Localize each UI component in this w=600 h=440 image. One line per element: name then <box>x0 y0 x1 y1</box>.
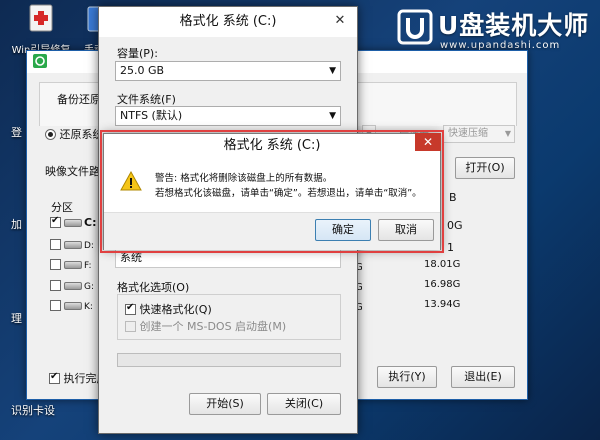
start-button[interactable]: 开始(S) <box>189 393 261 415</box>
after-complete-checkbox[interactable] <box>49 371 60 384</box>
quick-format-option[interactable]: 快速格式化(Q) <box>125 301 212 317</box>
volume-label-value: 系统 <box>120 251 142 264</box>
partition-row[interactable]: C: <box>50 215 97 229</box>
warning-dialog-footer: 确定 取消 <box>104 212 440 250</box>
restore-system-option[interactable]: 还原系统 <box>45 126 104 142</box>
partition-checkbox[interactable] <box>50 259 61 270</box>
close-icon[interactable]: ✕ <box>329 13 351 29</box>
desktop-side-label: 加 <box>11 218 22 231</box>
format-options-label: 格式化选项(O) <box>117 281 190 294</box>
chevron-down-icon: ▼ <box>329 111 336 121</box>
partition-label: K: <box>84 302 93 312</box>
format-dialog-title: 格式化 系统 (C:) <box>99 7 357 37</box>
capacity-value: 25.0 GB <box>120 64 165 77</box>
partition-checkbox[interactable] <box>50 280 61 291</box>
disk-drive-icon <box>64 219 82 227</box>
msdos-boot-checkbox <box>125 321 136 332</box>
quick-format-label: 快速格式化(Q) <box>139 303 212 316</box>
partition-checkbox[interactable] <box>50 239 61 250</box>
quick-format-checkbox[interactable] <box>125 302 136 315</box>
partition-size-g: 16.98G <box>424 279 461 290</box>
capacity-label: 容量(P): <box>117 47 158 60</box>
warning-triangle-icon <box>120 171 142 191</box>
desktop-side-label: 理 <box>11 312 22 325</box>
warning-dialog-title: 格式化 系统 (C:) <box>104 134 440 158</box>
partition-size-d: 1 <box>447 241 454 254</box>
disk-drive-icon <box>64 261 82 269</box>
chevron-down-icon: ▼ <box>504 129 511 138</box>
partition-label: D: <box>84 241 94 251</box>
compress-value: 快速压缩 <box>448 128 488 139</box>
partition-checkbox[interactable] <box>50 300 61 311</box>
open-button[interactable]: 打开(O) <box>455 157 515 179</box>
app-logo-icon <box>33 54 47 68</box>
ok-button[interactable]: 确定 <box>315 219 371 241</box>
watermark-brand: U盘装机大师 <box>438 11 590 40</box>
tab-backup-restore[interactable]: 备份还原 <box>57 91 101 107</box>
restore-radio-label: 还原系统 <box>59 128 104 141</box>
compress-select: 快速压缩 ▼ <box>443 125 515 143</box>
filesystem-label: 文件系统(F) <box>117 93 176 106</box>
partition-row[interactable]: G: <box>50 279 94 292</box>
partition-label: C: <box>84 216 97 229</box>
format-warning-dialog: 格式化 系统 (C:) ✕ 警告: 格式化将删除该磁盘上的所有数据。 若想格式化… <box>100 130 444 253</box>
partition-label: G: <box>84 282 95 292</box>
execute-button[interactable]: 执行(Y) <box>377 366 437 388</box>
disk-drive-icon <box>64 241 82 249</box>
desktop-side-label: 登 <box>11 126 22 139</box>
disk-drive-icon <box>64 302 82 310</box>
disk-drive-icon <box>64 282 82 290</box>
partition-row[interactable]: K: <box>50 299 93 312</box>
desktop-side-label: 识别卡设 <box>11 404 55 417</box>
format-progress-bar <box>117 353 341 367</box>
msdos-boot-option: 创建一个 MS-DOS 启动盘(M) <box>125 318 286 334</box>
filesystem-select[interactable]: NTFS (默认) ▼ <box>115 106 341 126</box>
partition-column-header: 分区 <box>51 201 73 214</box>
restore-radio[interactable] <box>45 129 56 140</box>
close-button[interactable]: 关闭(C) <box>267 393 341 415</box>
warning-message-line2: 若想格式化该磁盘，请单击“确定”。若想退出，请单击“取消”。 <box>155 188 422 199</box>
warning-dialog-body: 警告: 格式化将删除该磁盘上的所有数据。 若想格式化该磁盘，请单击“确定”。若想… <box>104 158 440 212</box>
partition-size-f: 18.01G <box>424 259 461 270</box>
cancel-button[interactable]: 取消 <box>378 219 434 241</box>
msdos-boot-label: 创建一个 MS-DOS 启动盘(M) <box>139 320 287 333</box>
partition-checkbox[interactable] <box>50 215 61 228</box>
close-icon[interactable]: ✕ <box>415 133 441 151</box>
chevron-down-icon: ▼ <box>329 66 336 76</box>
partition-row[interactable]: F: <box>50 258 92 271</box>
partition-label: F: <box>84 261 92 271</box>
partition-size-c: 0G <box>447 219 463 232</box>
capacity-select[interactable]: 25.0 GB ▼ <box>115 61 341 81</box>
repair-toolbox-icon <box>29 4 53 32</box>
exit-button[interactable]: 退出(E) <box>451 366 515 388</box>
u-disk-logo-icon <box>397 9 433 45</box>
partition-size-k: 13.94G <box>424 299 461 310</box>
volume-label-input[interactable]: 系统 <box>115 248 341 268</box>
warning-message-line1: 警告: 格式化将删除该磁盘上的所有数据。 <box>155 173 333 184</box>
size-column-header: B <box>449 191 457 204</box>
filesystem-value: NTFS (默认) <box>120 109 183 122</box>
partition-row[interactable]: D: <box>50 238 94 251</box>
